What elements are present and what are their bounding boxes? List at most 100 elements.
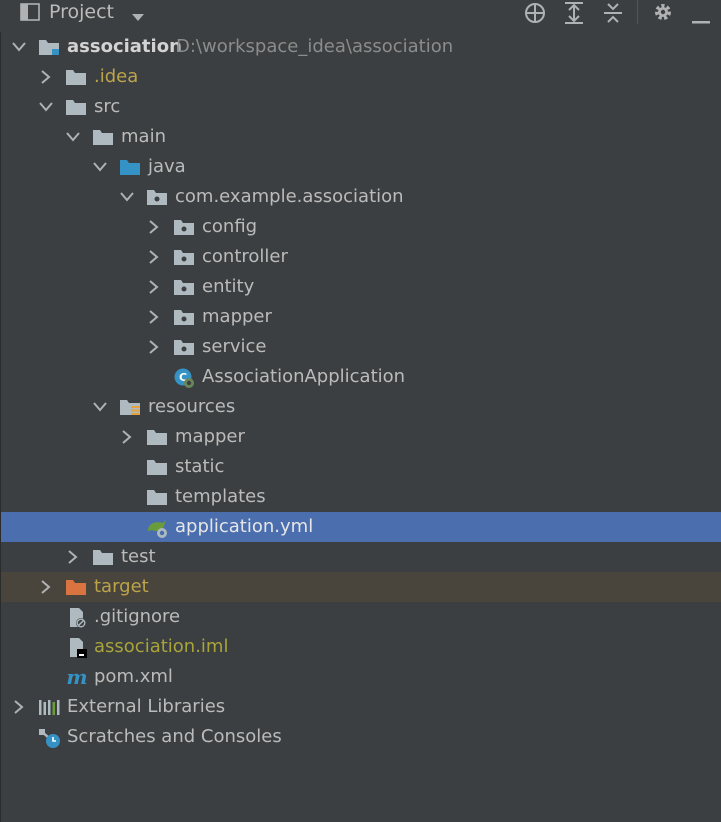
tree-node-label: entity bbox=[202, 276, 255, 297]
tree-node-res-mapper[interactable]: mapper bbox=[1, 422, 721, 452]
tree-node-association[interactable]: association D:\workspace_idea\associatio… bbox=[1, 32, 721, 62]
folder-icon bbox=[65, 67, 87, 87]
package-icon bbox=[173, 307, 195, 327]
tree-node-label: service bbox=[202, 336, 267, 357]
maven-icon: m bbox=[65, 665, 87, 689]
chevron-right-icon[interactable] bbox=[119, 422, 135, 452]
tree-node-label: mapper bbox=[202, 306, 272, 327]
chevron-right-icon[interactable] bbox=[65, 542, 81, 572]
tree-node-target[interactable]: target bbox=[1, 572, 721, 602]
package-icon bbox=[146, 187, 168, 207]
folder-icon bbox=[146, 487, 168, 507]
tree-node-label: association.iml bbox=[94, 636, 229, 657]
tree-node-label: controller bbox=[202, 246, 288, 267]
tree-node-static[interactable]: static bbox=[1, 452, 721, 482]
scratches-icon bbox=[38, 727, 60, 748]
source-folder-icon bbox=[119, 157, 141, 177]
tree-node-label: templates bbox=[175, 486, 266, 507]
tree-node-mapper[interactable]: mapper bbox=[1, 302, 721, 332]
window-icon bbox=[20, 3, 40, 25]
dropdown-arrow-icon[interactable] bbox=[131, 8, 145, 27]
tree-node-src[interactable]: src bbox=[1, 92, 721, 122]
tree-node-external-libraries[interactable]: External Libraries bbox=[1, 692, 721, 722]
tree-node-label: .gitignore bbox=[94, 606, 181, 627]
chevron-right-icon[interactable] bbox=[146, 272, 162, 302]
tree-node-entity[interactable]: entity bbox=[1, 272, 721, 302]
resources-folder-icon bbox=[119, 397, 141, 417]
tree-node-templates[interactable]: templates bbox=[1, 482, 721, 512]
svg-text:m: m bbox=[66, 667, 87, 689]
toolbar-divider bbox=[637, 0, 638, 24]
module-folder-icon bbox=[38, 37, 60, 57]
excluded-folder-icon bbox=[65, 577, 87, 597]
chevron-down-icon[interactable] bbox=[65, 122, 81, 152]
tree-node-label: test bbox=[121, 546, 156, 567]
tree-node-resources[interactable]: resources bbox=[1, 392, 721, 422]
tree-node-label: src bbox=[94, 96, 121, 117]
folder-icon bbox=[65, 97, 87, 117]
package-icon bbox=[173, 217, 195, 237]
tree-node-label: pom.xml bbox=[94, 666, 173, 687]
tree-node-label: AssociationApplication bbox=[202, 366, 406, 387]
tree-node-label: target bbox=[94, 576, 149, 597]
tree-node-label: External Libraries bbox=[67, 696, 226, 717]
spring-config-file-icon bbox=[146, 517, 168, 538]
tree-node-test[interactable]: test bbox=[1, 542, 721, 572]
chevron-right-icon[interactable] bbox=[38, 572, 54, 602]
tree-node-scratches[interactable]: Scratches and Consoles bbox=[1, 722, 721, 752]
tree-node-label: .idea bbox=[94, 66, 139, 87]
locate-icon[interactable] bbox=[523, 1, 547, 29]
tree-node-pom[interactable]: m pom.xml bbox=[1, 662, 721, 692]
package-icon bbox=[173, 247, 195, 267]
chevron-down-icon[interactable] bbox=[38, 92, 54, 122]
chevron-right-icon[interactable] bbox=[38, 62, 54, 92]
chevron-right-icon[interactable] bbox=[146, 212, 162, 242]
settings-icon[interactable] bbox=[652, 1, 674, 27]
tree-node-label: application.yml bbox=[175, 516, 314, 537]
tree-node-controller[interactable]: controller bbox=[1, 242, 721, 272]
tree-node-label: association bbox=[67, 36, 182, 57]
tree-node-iml[interactable]: association.iml bbox=[1, 632, 721, 662]
collapse-all-icon[interactable] bbox=[602, 1, 624, 29]
chevron-down-icon[interactable] bbox=[11, 32, 27, 62]
hide-icon[interactable] bbox=[692, 10, 710, 29]
project-tree: association D:\workspace_idea\associatio… bbox=[0, 32, 721, 822]
chevron-down-icon[interactable] bbox=[92, 392, 108, 422]
folder-icon bbox=[146, 427, 168, 447]
tree-node-application-yml[interactable]: application.yml bbox=[1, 512, 721, 542]
tree-node-java[interactable]: java bbox=[1, 152, 721, 182]
view-title[interactable]: Project bbox=[49, 0, 114, 24]
tree-node-label: com.example.association bbox=[175, 186, 404, 207]
tree-node-label: resources bbox=[148, 396, 236, 417]
project-toolbar: Project bbox=[0, 0, 721, 26]
iml-file-icon bbox=[67, 637, 89, 658]
project-path: D:\workspace_idea\association bbox=[176, 36, 454, 57]
chevron-right-icon[interactable] bbox=[146, 332, 162, 362]
chevron-right-icon[interactable] bbox=[11, 692, 27, 722]
folder-icon bbox=[92, 547, 114, 567]
tree-node-label: java bbox=[148, 156, 186, 177]
tree-node-main[interactable]: main bbox=[1, 122, 721, 152]
tree-node-label: mapper bbox=[175, 426, 245, 447]
tree-node-association-application[interactable]: C AssociationApplication bbox=[1, 362, 721, 392]
folder-icon bbox=[146, 457, 168, 477]
tree-node-config[interactable]: config bbox=[1, 212, 721, 242]
gitignore-file-icon bbox=[67, 607, 89, 628]
chevron-down-icon[interactable] bbox=[119, 182, 135, 212]
expand-all-icon[interactable] bbox=[563, 1, 585, 29]
package-icon bbox=[173, 337, 195, 357]
chevron-down-icon[interactable] bbox=[92, 152, 108, 182]
libraries-icon bbox=[38, 697, 60, 717]
tree-node-gitignore[interactable]: .gitignore bbox=[1, 602, 721, 632]
package-icon bbox=[173, 277, 195, 297]
tree-node-service[interactable]: service bbox=[1, 332, 721, 362]
folder-icon bbox=[92, 127, 114, 147]
chevron-right-icon[interactable] bbox=[146, 242, 162, 272]
chevron-right-icon[interactable] bbox=[146, 302, 162, 332]
tree-node-idea[interactable]: .idea bbox=[1, 62, 721, 92]
tree-node-label: config bbox=[202, 216, 258, 237]
tree-node-label: main bbox=[121, 126, 166, 147]
tree-node-package[interactable]: com.example.association bbox=[1, 182, 721, 212]
tree-node-label: Scratches and Consoles bbox=[67, 726, 282, 747]
tree-node-label: static bbox=[175, 456, 225, 477]
